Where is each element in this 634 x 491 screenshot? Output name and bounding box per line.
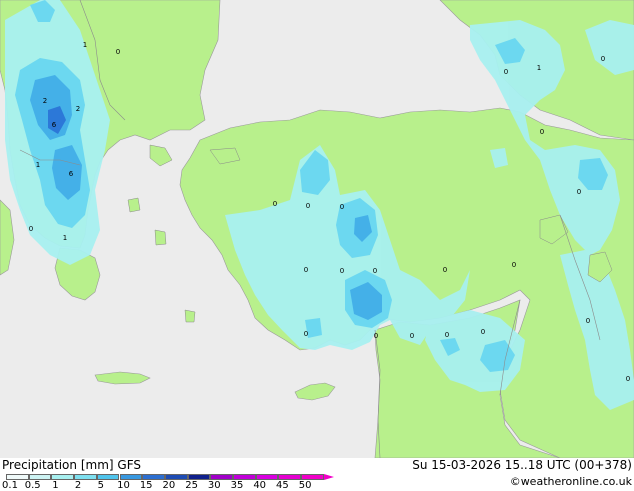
map-value-label: 0 — [503, 68, 509, 76]
map-value-label: 0 — [576, 188, 582, 196]
map-value-label: 1 — [536, 64, 542, 72]
map-value-label: 0 — [339, 203, 345, 211]
map-value-label: 0 — [115, 48, 121, 56]
map-value-label: 0 — [585, 317, 591, 325]
legend-tick-label: 2 — [74, 480, 82, 491]
legend-tick-label: 50 — [298, 480, 312, 491]
legend-footer: Precipitation [mm] GFS Su 15-03-2026 15.… — [0, 458, 634, 491]
map-value-label: 0 — [28, 225, 34, 233]
map-value-label: 0 — [600, 55, 606, 63]
legend-tick-label: 35 — [230, 480, 244, 491]
legend-tick-label: 20 — [162, 480, 176, 491]
legend-tick-label: 5 — [97, 480, 104, 491]
map-value-label: 0 — [339, 267, 345, 275]
map-value-label: 0 — [511, 261, 517, 269]
precip-title: Precipitation [mm] — [2, 458, 114, 472]
map-value-label: 2 — [42, 97, 48, 105]
map-value-label: 0 — [373, 332, 379, 340]
map-value-label: 0 — [625, 375, 631, 383]
map-value-label: 0 — [305, 202, 311, 210]
legend-tick-label: 0.5 — [24, 480, 41, 491]
map-value-label: 0 — [272, 200, 278, 208]
map-value-label: 0 — [372, 267, 378, 275]
map-value-label: 6 — [68, 170, 74, 178]
credit-link[interactable]: ©weatheronline.co.uk — [510, 475, 632, 488]
legend-tick-label: 1 — [52, 480, 59, 491]
map-value-label: 1 — [82, 41, 88, 49]
map-value-label: 0 — [480, 328, 486, 336]
legend-tick-label: 25 — [185, 480, 198, 491]
map-value-label: 0 — [409, 332, 415, 340]
map-value-label: 1 — [62, 234, 68, 242]
legend-tick-label: 10 — [117, 480, 130, 491]
map-value-label: 6 — [51, 121, 57, 129]
legend-tick-label: 15 — [139, 480, 153, 491]
map-value-label: 1 — [35, 161, 41, 169]
map-title: Precipitation [mm] GFS — [2, 458, 141, 472]
legend-tick-label: 30 — [207, 480, 221, 491]
legend-arrow — [323, 474, 334, 480]
map-value-label: 0 — [303, 266, 309, 274]
map-value-label: 2 — [75, 105, 81, 113]
legend-tick-label: 45 — [276, 480, 289, 491]
map-value-label: 0 — [442, 266, 448, 274]
map-value-label: 0 — [539, 128, 545, 136]
model-name: GFS — [117, 458, 141, 472]
legend-tick-label: 40 — [253, 480, 267, 491]
map-value-label: 0 — [303, 330, 309, 338]
valid-time: Su 15-03-2026 15..18 UTC (00+378) — [412, 458, 632, 472]
map-value-label: 0 — [444, 331, 450, 339]
legend-tick-label: 0.1 — [2, 480, 18, 491]
weather-map-widget: 2 2 6 1 6 0 1 0 1 0 1 0 0 0 0 0 0 0 0 0 … — [0, 0, 634, 491]
